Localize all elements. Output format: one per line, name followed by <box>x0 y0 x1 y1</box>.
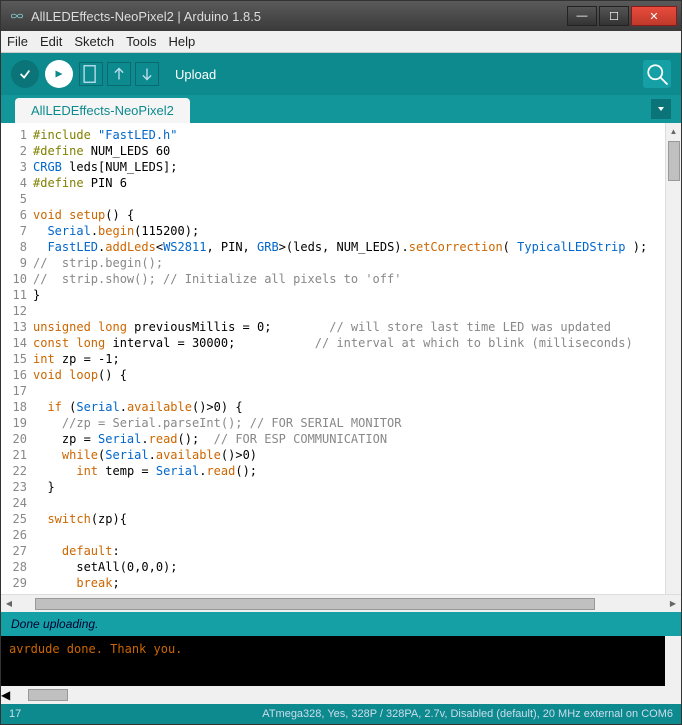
menu-file[interactable]: File <box>7 34 28 49</box>
menu-help[interactable]: Help <box>168 34 195 49</box>
console-scrollbar[interactable] <box>665 636 681 686</box>
menu-bar: File Edit Sketch Tools Help <box>1 31 681 53</box>
console-hscroll[interactable]: ◀ <box>1 686 681 704</box>
menu-tools[interactable]: Tools <box>126 34 156 49</box>
toolbar-action-label: Upload <box>175 67 643 82</box>
verify-button[interactable] <box>11 60 39 88</box>
console-hscroll-thumb[interactable] <box>28 689 68 701</box>
tab-menu-button[interactable] <box>651 99 671 119</box>
vertical-scrollbar[interactable]: ▲ <box>665 123 681 594</box>
board-info: ATmega328, Yes, 328P / 328PA, 2.7v, Disa… <box>49 708 673 720</box>
menu-sketch[interactable]: Sketch <box>74 34 114 49</box>
line-number: 17 <box>9 708 49 720</box>
save-sketch-button[interactable] <box>135 62 159 86</box>
output-console[interactable]: avrdude done. Thank you. <box>1 636 681 686</box>
code-editor[interactable]: 1234567891011121314151617181920212223242… <box>1 123 681 594</box>
hscroll-thumb[interactable] <box>35 598 595 610</box>
code-area[interactable]: #include "FastLED.h"#define NUM_LEDS 60C… <box>33 123 665 594</box>
scroll-left-icon[interactable]: ◀ <box>1 599 17 608</box>
scroll-right-icon[interactable]: ▶ <box>665 599 681 608</box>
window-titlebar: AllLEDEffects-NeoPixel2 | Arduino 1.8.5 … <box>1 1 681 31</box>
new-sketch-button[interactable] <box>79 62 103 86</box>
toolbar: Upload <box>1 53 681 95</box>
status-text: Done uploading. <box>11 617 98 631</box>
horizontal-scrollbar[interactable]: ◀ ▶ <box>1 594 681 612</box>
serial-monitor-button[interactable] <box>643 60 671 88</box>
tab-bar: AllLEDEffects-NeoPixel2 <box>1 95 681 123</box>
sketch-tab[interactable]: AllLEDEffects-NeoPixel2 <box>15 98 190 123</box>
menu-edit[interactable]: Edit <box>40 34 62 49</box>
open-sketch-button[interactable] <box>107 62 131 86</box>
maximize-button[interactable]: ☐ <box>599 6 629 26</box>
scroll-up-icon[interactable]: ▲ <box>666 123 681 139</box>
minimize-button[interactable]: — <box>567 6 597 26</box>
window-title: AllLEDEffects-NeoPixel2 | Arduino 1.8.5 <box>31 9 565 24</box>
arduino-logo-icon <box>9 8 25 24</box>
status-bar: Done uploading. <box>1 612 681 636</box>
close-button[interactable]: ✕ <box>631 6 677 26</box>
scroll-thumb[interactable] <box>668 141 680 181</box>
footer-bar: 17 ATmega328, Yes, 328P / 328PA, 2.7v, D… <box>1 704 681 724</box>
console-text: avrdude done. Thank you. <box>9 642 182 656</box>
upload-button[interactable] <box>45 60 73 88</box>
line-gutter: 1234567891011121314151617181920212223242… <box>1 123 33 594</box>
